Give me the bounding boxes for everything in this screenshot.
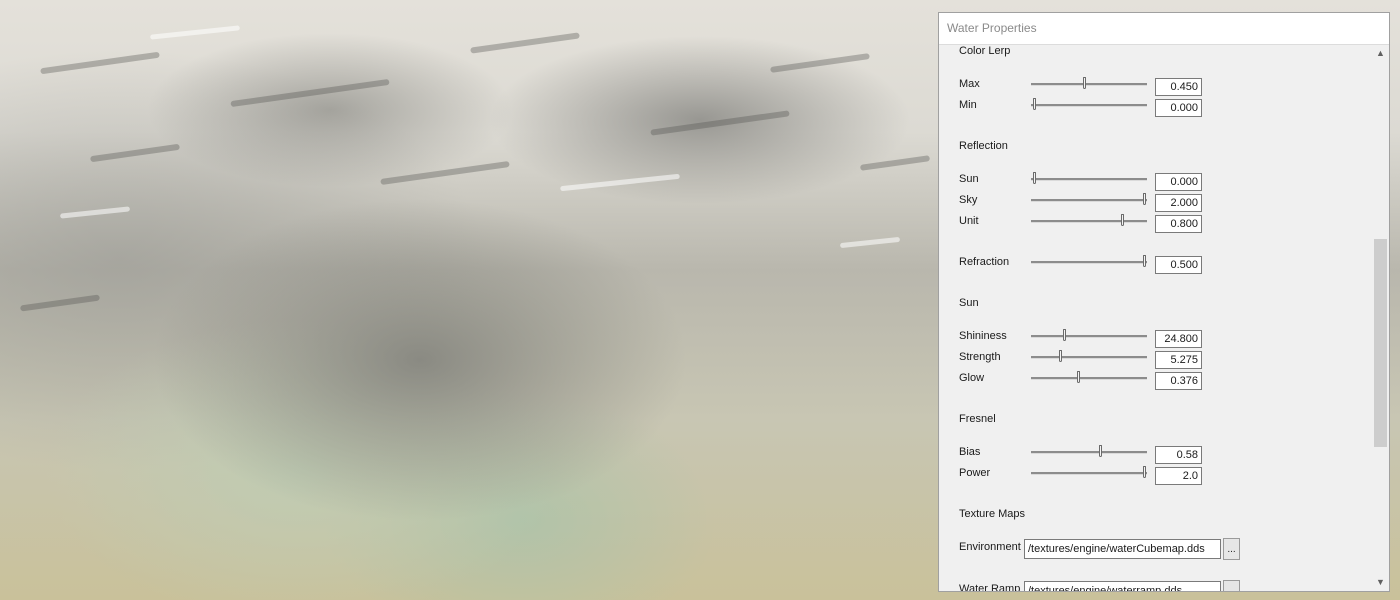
scroll-down-arrow-icon[interactable]: ▼ bbox=[1372, 574, 1389, 591]
max-slider[interactable] bbox=[1031, 77, 1147, 91]
glow-label: Glow bbox=[959, 372, 985, 384]
section-color-lerp: Color Lerp bbox=[959, 45, 1011, 57]
water-properties-panel: Water Properties Color Lerp Max 0.450 Mi… bbox=[938, 12, 1390, 592]
reflection-unit-slider[interactable] bbox=[1031, 214, 1147, 228]
power-value-field[interactable]: 2.0 bbox=[1155, 467, 1202, 485]
slider-track bbox=[1031, 335, 1147, 338]
slider-track bbox=[1031, 178, 1147, 181]
panel-body: Color Lerp Max 0.450 Min 0.000 Reflectio… bbox=[939, 45, 1372, 591]
water-ripple bbox=[380, 160, 510, 186]
reflection-unit-label: Unit bbox=[959, 215, 979, 227]
panel-scrollbar[interactable]: ▲ ▼ bbox=[1372, 45, 1389, 591]
shininess-slider[interactable] bbox=[1031, 329, 1147, 343]
water-highlight bbox=[560, 173, 680, 192]
refraction-label: Refraction bbox=[959, 256, 1010, 268]
environment-path-field[interactable]: /textures/engine/waterCubemap.dds bbox=[1024, 539, 1221, 559]
slider-track bbox=[1031, 451, 1147, 454]
power-slider[interactable] bbox=[1031, 466, 1147, 480]
slider-track bbox=[1031, 472, 1147, 475]
glow-slider[interactable] bbox=[1031, 371, 1147, 385]
strength-value-field[interactable]: 5.275 bbox=[1155, 351, 1202, 369]
section-reflection: Reflection bbox=[959, 140, 1008, 152]
water-ramp-label: Water Ramp bbox=[959, 583, 1021, 591]
bias-label: Bias bbox=[959, 446, 981, 458]
water-ripple bbox=[859, 155, 931, 171]
strength-label: Strength bbox=[959, 351, 1001, 363]
slider-thumb[interactable] bbox=[1143, 255, 1146, 267]
environment-browse-button[interactable]: ... bbox=[1223, 538, 1240, 560]
slider-track bbox=[1031, 261, 1147, 264]
water-ripple bbox=[230, 78, 390, 108]
slider-track bbox=[1031, 356, 1147, 359]
slider-thumb[interactable] bbox=[1121, 214, 1124, 226]
slider-track bbox=[1031, 220, 1147, 223]
water-ripple bbox=[470, 32, 580, 54]
min-label: Min bbox=[959, 99, 977, 111]
slider-track bbox=[1031, 377, 1147, 380]
water-ramp-browse-button[interactable]: ... bbox=[1223, 580, 1240, 591]
reflection-sun-slider[interactable] bbox=[1031, 172, 1147, 186]
bias-slider[interactable] bbox=[1031, 445, 1147, 459]
slider-thumb[interactable] bbox=[1099, 445, 1102, 457]
min-value-field[interactable]: 0.000 bbox=[1155, 99, 1202, 117]
refraction-slider[interactable] bbox=[1031, 255, 1147, 269]
reflection-sky-value-field[interactable]: 2.000 bbox=[1155, 194, 1202, 212]
slider-thumb[interactable] bbox=[1077, 371, 1080, 383]
shininess-label: Shininess bbox=[959, 330, 1007, 342]
reflection-sky-slider[interactable] bbox=[1031, 193, 1147, 207]
water-highlight bbox=[59, 206, 131, 219]
slider-thumb[interactable] bbox=[1062, 329, 1066, 341]
max-value-field[interactable]: 0.450 bbox=[1155, 78, 1202, 96]
water-ripple bbox=[90, 143, 180, 163]
panel-title: Water Properties bbox=[939, 13, 1389, 45]
water-ripple bbox=[650, 110, 790, 136]
reflection-sun-label: Sun bbox=[959, 173, 979, 185]
reflection-sky-label: Sky bbox=[959, 194, 978, 206]
scroll-up-arrow-icon[interactable]: ▲ bbox=[1372, 45, 1389, 62]
slider-thumb[interactable] bbox=[1033, 172, 1036, 184]
reflection-unit-value-field[interactable]: 0.800 bbox=[1155, 215, 1202, 233]
slider-track bbox=[1031, 104, 1147, 107]
environment-label: Environment bbox=[959, 541, 1021, 553]
min-slider[interactable] bbox=[1031, 98, 1147, 112]
power-label: Power bbox=[959, 467, 991, 479]
water-ripple bbox=[40, 51, 160, 75]
refraction-value-field[interactable]: 0.500 bbox=[1155, 256, 1202, 274]
water-highlight bbox=[839, 236, 901, 249]
section-texture-maps: Texture Maps bbox=[959, 508, 1026, 520]
strength-slider[interactable] bbox=[1031, 350, 1147, 364]
slider-track bbox=[1031, 199, 1147, 202]
slider-track bbox=[1031, 83, 1147, 86]
water-highlight bbox=[149, 25, 241, 40]
shininess-value-field[interactable]: 24.800 bbox=[1155, 330, 1202, 348]
scrollbar-thumb[interactable] bbox=[1374, 239, 1387, 447]
water-ramp-path-field[interactable]: /textures/engine/waterramp.dds bbox=[1024, 581, 1221, 591]
slider-thumb[interactable] bbox=[1143, 193, 1146, 205]
section-sun: Sun bbox=[959, 297, 979, 309]
slider-thumb[interactable] bbox=[1143, 466, 1146, 478]
water-ripple bbox=[19, 294, 101, 312]
water-ripple bbox=[770, 53, 870, 73]
section-fresnel: Fresnel bbox=[959, 413, 996, 425]
glow-value-field[interactable]: 0.376 bbox=[1155, 372, 1202, 390]
slider-thumb[interactable] bbox=[1082, 77, 1086, 89]
bias-value-field[interactable]: 0.58 bbox=[1155, 446, 1202, 464]
slider-thumb[interactable] bbox=[1033, 98, 1036, 110]
slider-thumb[interactable] bbox=[1059, 350, 1063, 362]
max-label: Max bbox=[959, 78, 980, 90]
reflection-sun-value-field[interactable]: 0.000 bbox=[1155, 173, 1202, 191]
